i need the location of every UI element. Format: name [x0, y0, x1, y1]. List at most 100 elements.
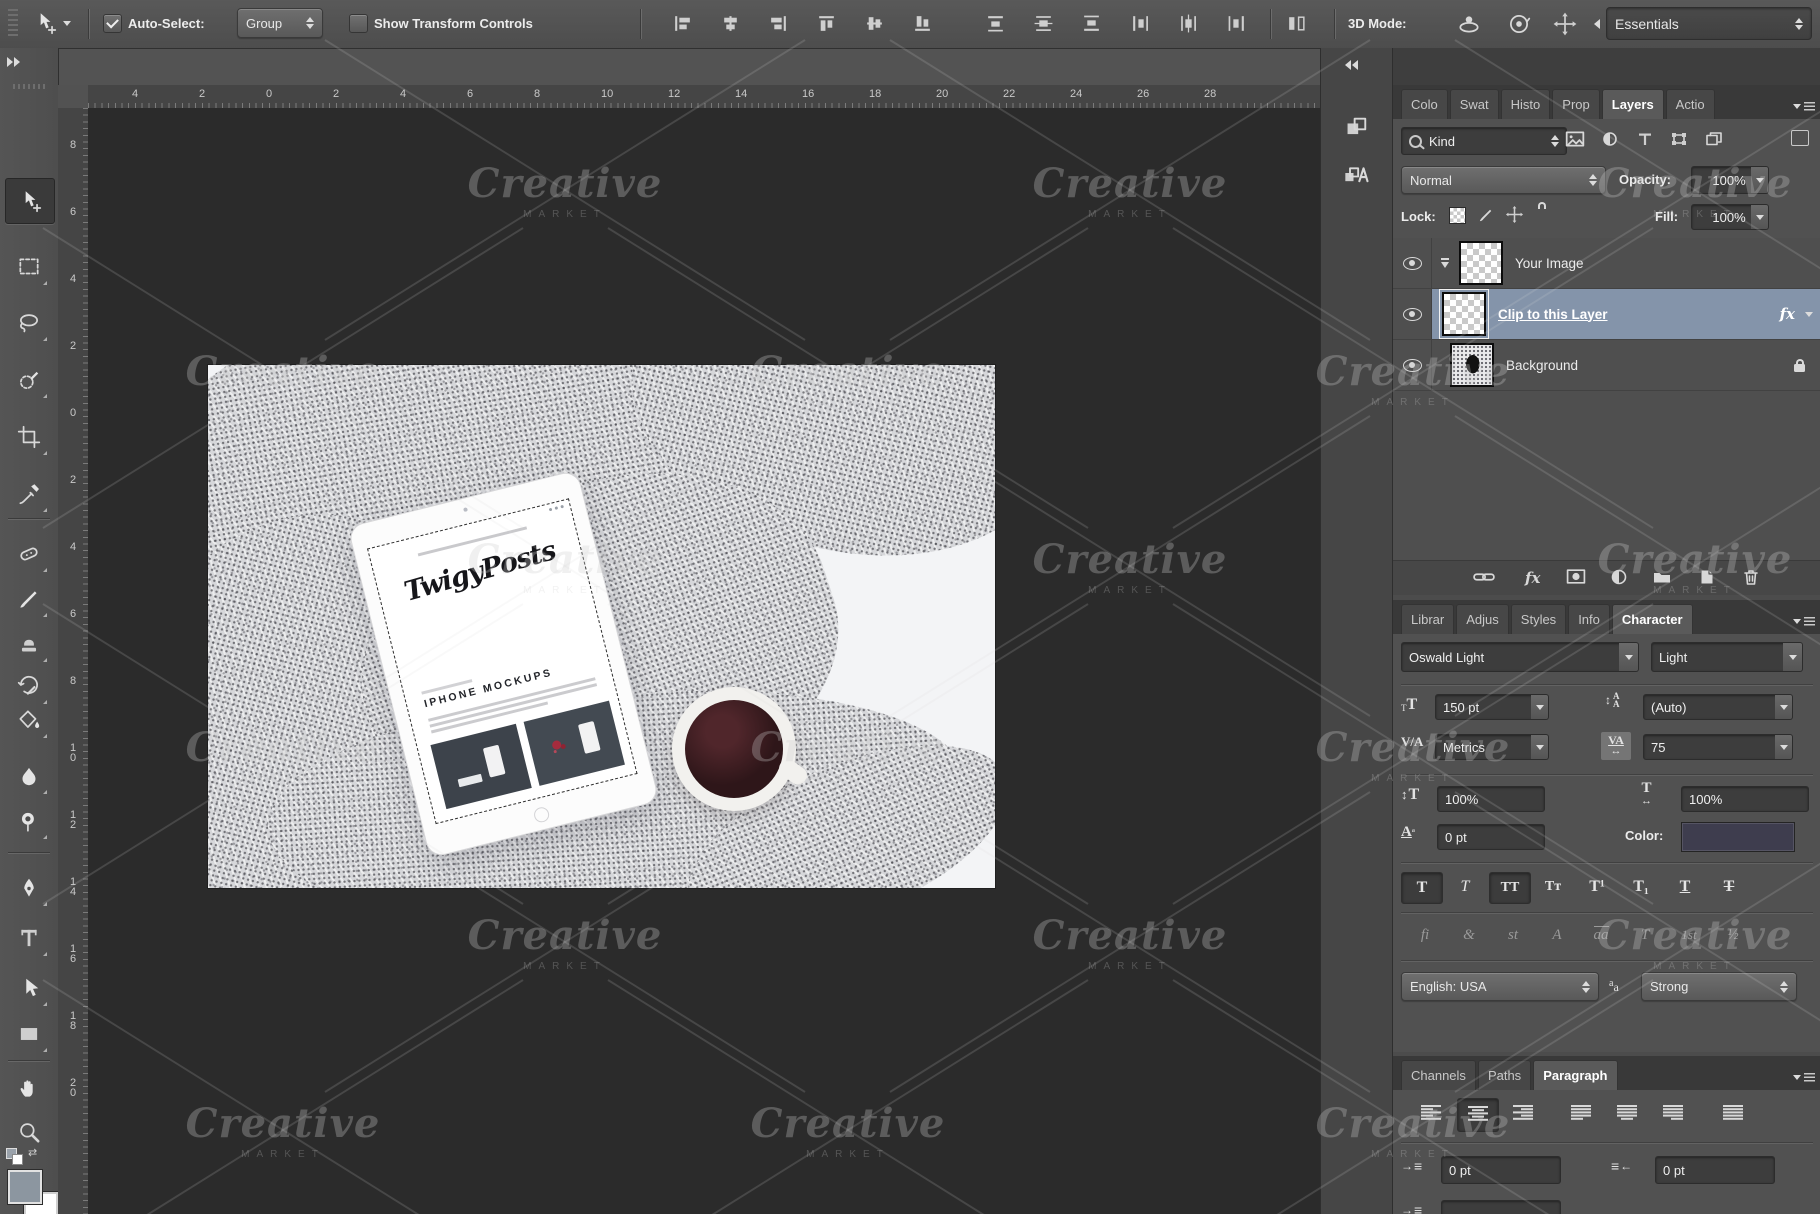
swash-button[interactable]: A	[1539, 922, 1575, 948]
filter-shape-layers-icon[interactable]	[1670, 130, 1688, 151]
filter-type-layers-icon[interactable]	[1636, 130, 1654, 151]
ruler-vertical[interactable]: 8642024681 01 21 41 61 82 0	[58, 108, 89, 1214]
move-tool[interactable]	[5, 178, 55, 224]
rectangular-marquee-tool[interactable]	[9, 247, 49, 287]
distribute-vertical-centers-icon[interactable]	[1033, 13, 1054, 37]
visibility-cell[interactable]	[1393, 340, 1432, 390]
link-layers-icon[interactable]	[1473, 569, 1495, 588]
kerning-dropdown-button[interactable]	[1531, 734, 1549, 760]
align-text-right-button[interactable]	[1503, 1098, 1543, 1130]
path-selection-tool[interactable]	[9, 968, 49, 1008]
discretionary-ligatures-button[interactable]: st	[1495, 922, 1531, 948]
panel-menu-icon[interactable]	[1793, 102, 1815, 111]
leading-dropdown-button[interactable]	[1775, 694, 1793, 720]
contextual-alternates-button[interactable]: &	[1451, 922, 1487, 948]
horizontal-scale-field[interactable]: 100%	[1681, 786, 1809, 812]
language-dropdown[interactable]: English: USA	[1401, 972, 1599, 1001]
distribute-left-edges-icon[interactable]	[1130, 13, 1151, 37]
layer-filter-dropdown[interactable]: Kind	[1401, 127, 1567, 155]
fractions-button[interactable]: ½	[1715, 922, 1751, 948]
workspace-collapse-icon[interactable]	[1594, 19, 1600, 29]
toolbar-grip[interactable]	[13, 84, 45, 89]
ruler-horizontal[interactable]: 420246810121416182022242628	[88, 85, 1320, 109]
tab-layers[interactable]: Layers	[1602, 89, 1664, 119]
tab-paragraph[interactable]: Paragraph	[1533, 1060, 1617, 1090]
align-vertical-centers-icon[interactable]	[864, 13, 885, 37]
tab-paths[interactable]: Paths	[1478, 1060, 1531, 1090]
faux-bold-button[interactable]: T	[1401, 872, 1443, 904]
eyedropper-tool[interactable]	[9, 474, 49, 514]
filter-adjustment-layers-icon[interactable]	[1601, 130, 1619, 151]
new-adjustment-layer-icon[interactable]	[1610, 568, 1628, 589]
auto-align-layers-icon[interactable]	[1286, 13, 1307, 37]
ligatures-button[interactable]: fi	[1407, 922, 1443, 948]
workspace-dropdown[interactable]: Essentials	[1606, 7, 1812, 40]
align-top-edges-icon[interactable]	[816, 13, 837, 37]
justify-last-left-button[interactable]	[1561, 1098, 1601, 1130]
indent-left-field[interactable]: 0 pt	[1441, 1156, 1561, 1184]
lock-pixels-icon[interactable]	[1477, 205, 1496, 227]
opacity-dropdown-button[interactable]	[1751, 166, 1769, 194]
lock-transparency-icon[interactable]	[1449, 207, 1466, 224]
distribute-bottom-edges-icon[interactable]	[1081, 13, 1102, 37]
tool-preset-caret[interactable]	[63, 21, 71, 26]
layer-name[interactable]: Your Image	[1515, 256, 1584, 271]
tab-properties[interactable]: Prop	[1552, 89, 1599, 119]
indent-right-field[interactable]: 0 pt	[1655, 1156, 1775, 1184]
auto-select-checkbox[interactable]	[103, 14, 122, 33]
filter-toggle-icon[interactable]	[1791, 130, 1809, 146]
character-panel-icon[interactable]	[1335, 154, 1379, 192]
fx-icon[interactable]: fx	[1780, 305, 1795, 323]
spot-healing-brush-tool[interactable]	[9, 534, 49, 574]
brush-tool[interactable]	[9, 579, 49, 619]
canvas-pasteboard[interactable]: TwigyPosts IPHONE MOCKUPS	[88, 108, 1320, 1214]
layer-thumbnail[interactable]	[1442, 292, 1486, 336]
pen-tool[interactable]	[9, 868, 49, 908]
tab-adjustments[interactable]: Adjus	[1456, 604, 1509, 634]
panel-menu-icon[interactable]	[1793, 617, 1815, 626]
layer-thumbnail[interactable]	[1459, 241, 1503, 285]
delete-layer-icon[interactable]	[1742, 568, 1760, 589]
tab-swatches[interactable]: Swat	[1450, 89, 1499, 119]
baseline-shift-field[interactable]: 0 pt	[1437, 824, 1545, 850]
lock-position-icon[interactable]	[1505, 205, 1524, 227]
ruler-corner[interactable]	[58, 85, 89, 109]
underline-button[interactable]: T	[1665, 872, 1705, 902]
vertical-scale-field[interactable]: 100%	[1437, 786, 1545, 812]
justify-last-right-button[interactable]	[1653, 1098, 1693, 1130]
indent-first-line-field[interactable]	[1441, 1200, 1561, 1214]
rectangle-shape-tool[interactable]	[9, 1014, 49, 1054]
show-transform-checkbox[interactable]	[349, 14, 368, 33]
ordinals-button[interactable]: 1st	[1671, 922, 1707, 948]
tab-histogram[interactable]: Histo	[1501, 89, 1551, 119]
layer-name[interactable]: Clip to this Layer	[1498, 307, 1608, 322]
3d-rotate-icon[interactable]	[1456, 11, 1482, 40]
tab-character[interactable]: Character	[1612, 604, 1693, 634]
add-layer-mask-icon[interactable]	[1566, 568, 1586, 588]
faux-italic-button[interactable]: T	[1445, 872, 1485, 902]
align-text-left-button[interactable]	[1411, 1098, 1451, 1130]
distribute-right-edges-icon[interactable]	[1226, 13, 1247, 37]
visibility-cell[interactable]	[1393, 238, 1432, 288]
layer-style-icon[interactable]: fx	[1525, 569, 1540, 587]
font-style-dropdown-button[interactable]	[1783, 642, 1803, 672]
3d-roll-icon[interactable]	[1506, 11, 1532, 40]
paint-bucket-tool[interactable]	[9, 700, 49, 740]
align-right-edges-icon[interactable]	[768, 13, 789, 37]
new-layer-icon[interactable]	[1698, 568, 1716, 589]
superscript-button[interactable]: T¹	[1577, 872, 1617, 902]
small-caps-button[interactable]: Tт	[1533, 872, 1573, 902]
justify-all-button[interactable]	[1713, 1098, 1753, 1130]
strikethrough-button[interactable]: T	[1709, 872, 1749, 902]
filter-pixel-layers-icon[interactable]	[1565, 130, 1585, 151]
dodge-tool[interactable]	[9, 801, 49, 841]
blur-tool[interactable]	[9, 756, 49, 796]
lasso-tool[interactable]	[9, 303, 49, 343]
align-left-edges-icon[interactable]	[672, 13, 693, 37]
tab-actions[interactable]: Actio	[1666, 89, 1715, 119]
distribute-horizontal-centers-icon[interactable]	[1178, 13, 1199, 37]
anti-alias-dropdown[interactable]: Strong	[1641, 972, 1797, 1001]
layer-row[interactable]: Background	[1393, 340, 1820, 391]
new-group-icon[interactable]	[1652, 568, 1672, 588]
fill-dropdown-button[interactable]	[1751, 204, 1769, 230]
